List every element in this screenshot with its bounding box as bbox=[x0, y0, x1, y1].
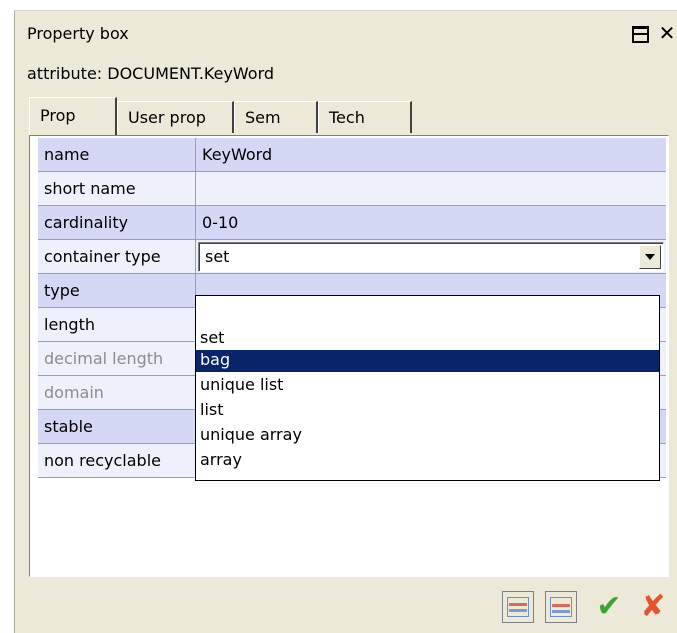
tab-strip: Prop User prop Sem Tech bbox=[29, 97, 669, 135]
dropdown-option-list[interactable]: list bbox=[196, 400, 659, 422]
collapse-rows-button[interactable] bbox=[502, 591, 534, 623]
attribute-subtitle: attribute: DOCUMENT.KeyWord bbox=[27, 64, 275, 83]
title-bar: Property box ✕ bbox=[15, 11, 677, 55]
cancel-x-icon[interactable]: ✘ bbox=[636, 590, 670, 624]
expand-rows-button[interactable] bbox=[545, 591, 577, 623]
window-title: Property box bbox=[27, 24, 129, 43]
chevron-down-icon[interactable] bbox=[639, 245, 661, 269]
row-label: short name bbox=[38, 172, 196, 205]
dropdown-option-array[interactable]: array bbox=[196, 450, 659, 472]
row-label: domain bbox=[38, 376, 196, 409]
row-label: cardinality bbox=[38, 206, 196, 239]
dropdown-option-unique-array[interactable]: unique array bbox=[196, 425, 659, 447]
container-type-select[interactable]: set bbox=[198, 242, 664, 272]
row-container-type: container type set bbox=[38, 240, 666, 274]
list-expand-icon bbox=[550, 597, 572, 617]
tab-prop[interactable]: Prop bbox=[29, 97, 117, 135]
container-type-selected-value: set bbox=[205, 247, 230, 266]
dropdown-option-empty[interactable] bbox=[196, 306, 659, 328]
dropdown-option-bag[interactable]: bag bbox=[196, 350, 659, 372]
close-icon[interactable]: ✕ bbox=[657, 20, 677, 46]
tab-user-prop[interactable]: User prop bbox=[117, 101, 234, 133]
container-type-dropdown-list: set bag unique list list unique array ar… bbox=[195, 295, 660, 481]
row-label: non recyclable bbox=[38, 444, 196, 477]
row-label: container type bbox=[38, 240, 196, 273]
tab-tech[interactable]: Tech bbox=[318, 101, 412, 133]
dropdown-option-set[interactable]: set bbox=[196, 328, 659, 350]
row-label: decimal length bbox=[38, 342, 196, 375]
row-cardinality: cardinality 0-10 bbox=[38, 206, 666, 240]
row-short-name: short name bbox=[38, 172, 666, 206]
cardinality-value[interactable]: 0-10 bbox=[196, 206, 666, 239]
row-name: name KeyWord bbox=[38, 138, 666, 172]
row-label: stable bbox=[38, 410, 196, 443]
list-collapse-icon bbox=[507, 597, 529, 617]
name-value[interactable]: KeyWord bbox=[196, 138, 666, 171]
row-label: type bbox=[38, 274, 196, 307]
restore-icon[interactable] bbox=[629, 20, 651, 49]
short-name-value[interactable] bbox=[196, 172, 666, 205]
row-label: length bbox=[38, 308, 196, 341]
tab-sem[interactable]: Sem bbox=[234, 101, 318, 133]
ok-check-icon[interactable]: ✔ bbox=[592, 590, 626, 624]
dropdown-option-unique-list[interactable]: unique list bbox=[196, 375, 659, 397]
row-label: name bbox=[38, 138, 196, 171]
